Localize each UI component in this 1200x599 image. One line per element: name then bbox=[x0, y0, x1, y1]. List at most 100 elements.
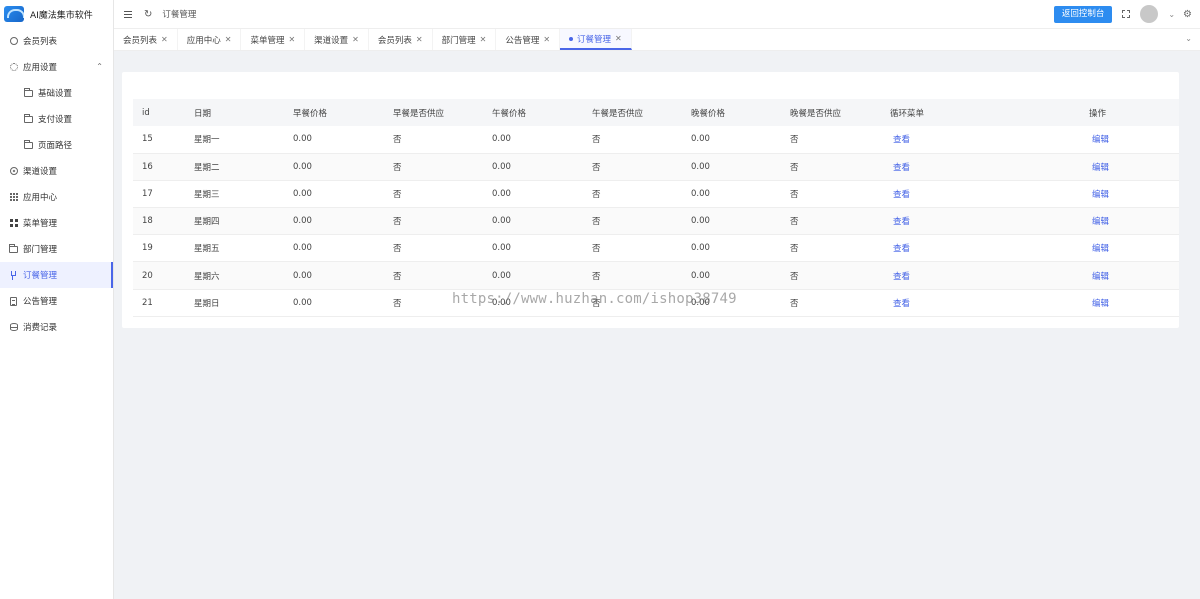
avatar[interactable] bbox=[1140, 5, 1159, 23]
tab-meal-ordering[interactable]: 订餐管理 ✕ bbox=[560, 29, 632, 50]
cell-id: 19 bbox=[133, 234, 185, 263]
cell-dinner-supply: 否 bbox=[781, 289, 881, 317]
tab-app-center[interactable]: 应用中心 ✕ bbox=[178, 29, 242, 50]
sidebar-item-label: 公告管理 bbox=[23, 297, 58, 307]
sidebar-item-label: 基础设置 bbox=[38, 89, 73, 99]
sidebar-item-channel-settings[interactable]: 渠道设置 bbox=[0, 158, 113, 184]
cell-breakfast-price: 0.00 bbox=[284, 180, 384, 209]
cell-lunch-supply: 否 bbox=[583, 234, 682, 263]
cell-lunch-price: 0.00 bbox=[483, 261, 583, 290]
sidebar-item-meal-ordering[interactable]: 订餐管理 bbox=[0, 262, 113, 288]
tab-label: 公告管理 bbox=[505, 35, 540, 46]
edit-link[interactable]: 编辑 bbox=[1092, 299, 1109, 309]
cell-id: 20 bbox=[133, 261, 185, 290]
column-header-breakfast-supply: 早餐是否供应 bbox=[384, 99, 483, 126]
view-menu-link[interactable]: 查看 bbox=[893, 163, 910, 173]
chevron-down-icon[interactable]: ⌄ bbox=[1185, 34, 1192, 43]
cell-dinner-supply: 否 bbox=[781, 153, 881, 181]
table-row: 18 星期四 0.00 否 0.00 否 0.00 否查看 编辑 bbox=[133, 207, 1179, 236]
tab-label: 会员列表 bbox=[123, 35, 158, 46]
app-logo[interactable]: AI魔法集市软件 bbox=[0, 0, 113, 28]
fullscreen-icon[interactable] bbox=[1122, 10, 1131, 18]
cell-id: 18 bbox=[133, 207, 185, 236]
cell-day: 星期日 bbox=[185, 289, 284, 317]
sidebar-item-label: 会员列表 bbox=[23, 37, 58, 47]
chevron-down-icon[interactable]: ⌄ bbox=[1168, 10, 1175, 19]
cell-dinner-supply: 否 bbox=[781, 261, 881, 290]
menu-toggle-icon[interactable] bbox=[124, 10, 132, 18]
sidebar-item-department-management[interactable]: 部门管理 bbox=[0, 236, 113, 262]
sidebar-item-label: 支付设置 bbox=[38, 115, 73, 125]
tab-members-2[interactable]: 会员列表 ✕ bbox=[369, 29, 433, 50]
close-icon[interactable]: ✕ bbox=[225, 35, 232, 44]
close-icon[interactable]: ✕ bbox=[543, 35, 550, 44]
tab-label: 会员列表 bbox=[377, 35, 412, 46]
edit-link[interactable]: 编辑 bbox=[1092, 217, 1109, 227]
tab-label: 订餐管理 bbox=[577, 34, 612, 45]
cell-actions: 编辑 bbox=[1080, 234, 1179, 263]
cell-breakfast-price: 0.00 bbox=[284, 126, 384, 154]
cell-dinner-supply: 否 bbox=[781, 126, 881, 154]
cell-lunch-supply: 否 bbox=[583, 207, 682, 236]
cell-dinner-price: 0.00 bbox=[682, 207, 781, 236]
tab-department-management[interactable]: 部门管理 ✕ bbox=[433, 29, 497, 50]
cell-actions: 编辑 bbox=[1080, 261, 1179, 290]
edit-link[interactable]: 编辑 bbox=[1092, 163, 1109, 173]
refresh-icon[interactable]: ↻ bbox=[144, 9, 152, 20]
tab-menu-management[interactable]: 菜单管理 ✕ bbox=[241, 29, 306, 50]
sidebar-item-label: 部门管理 bbox=[23, 245, 58, 255]
cell-dinner-price: 0.00 bbox=[682, 153, 781, 181]
edit-link[interactable]: 编辑 bbox=[1092, 135, 1109, 145]
view-menu-link[interactable]: 查看 bbox=[893, 299, 910, 309]
breadcrumb: 订餐管理 bbox=[162, 10, 197, 20]
cell-lunch-price: 0.00 bbox=[483, 234, 583, 263]
sidebar-item-app-center[interactable]: 应用中心 bbox=[0, 184, 113, 210]
view-menu-link[interactable]: 查看 bbox=[893, 217, 910, 227]
settings-gear-icon[interactable]: ⚙ bbox=[1183, 9, 1192, 20]
sidebar-item-menu-management[interactable]: 菜单管理 bbox=[0, 210, 113, 236]
cell-dinner-supply: 否 bbox=[781, 234, 881, 263]
close-icon[interactable]: ✕ bbox=[416, 35, 423, 44]
tab-members[interactable]: 会员列表 ✕ bbox=[114, 29, 178, 50]
cell-day: 星期一 bbox=[185, 126, 284, 154]
close-icon[interactable]: ✕ bbox=[352, 35, 359, 44]
cell-dinner-supply: 否 bbox=[781, 180, 881, 209]
view-menu-link[interactable]: 查看 bbox=[893, 135, 910, 145]
view-menu-link[interactable]: 查看 bbox=[893, 190, 910, 200]
close-icon[interactable]: ✕ bbox=[615, 34, 622, 43]
cell-day: 星期二 bbox=[185, 153, 284, 181]
back-to-console-button[interactable]: 返回控制台 bbox=[1053, 5, 1113, 23]
content-card: id 日期 早餐价格 早餐是否供应 午餐价格 午餐是否供应 晚餐价格 晚餐是否供… bbox=[122, 72, 1179, 328]
cell-breakfast-supply: 否 bbox=[384, 207, 483, 236]
cell-breakfast-supply: 否 bbox=[384, 261, 483, 290]
sidebar-item-page-paths[interactable]: 页面路径 bbox=[0, 132, 113, 158]
view-menu-link[interactable]: 查看 bbox=[893, 272, 910, 282]
sidebar-item-payment-settings[interactable]: 支付设置 bbox=[0, 106, 113, 132]
table-row: 19 星期五 0.00 否 0.00 否 0.00 否查看 编辑 bbox=[133, 234, 1179, 263]
sidebar-item-app-settings[interactable]: 应用设置 ⌃ bbox=[0, 54, 113, 80]
table-header-row: id 日期 早餐价格 早餐是否供应 午餐价格 午餐是否供应 晚餐价格 晚餐是否供… bbox=[133, 99, 1179, 126]
sidebar-item-consumption-records[interactable]: 消费记录 bbox=[0, 314, 113, 340]
edit-link[interactable]: 编辑 bbox=[1092, 190, 1109, 200]
view-menu-link[interactable]: 查看 bbox=[893, 244, 910, 254]
sidebar-item-basic-settings[interactable]: 基础设置 bbox=[0, 80, 113, 106]
edit-link[interactable]: 编辑 bbox=[1092, 272, 1109, 282]
sidebar-item-announcements[interactable]: 公告管理 bbox=[0, 288, 113, 314]
cell-cycle-menu: 查看 bbox=[881, 126, 1080, 154]
blocks-icon bbox=[9, 219, 18, 228]
close-icon[interactable]: ✕ bbox=[480, 35, 487, 44]
table-row: 15 星期一 0.00 否 0.00 否 0.00 否查看 编辑 bbox=[133, 126, 1179, 154]
sidebar-item-label: 应用中心 bbox=[23, 193, 58, 203]
column-header-lunch-supply: 午餐是否供应 bbox=[583, 99, 682, 126]
sidebar-item-members[interactable]: 会员列表 bbox=[0, 28, 113, 54]
cell-dinner-price: 0.00 bbox=[682, 261, 781, 290]
close-icon[interactable]: ✕ bbox=[161, 35, 168, 44]
edit-link[interactable]: 编辑 bbox=[1092, 244, 1109, 254]
tab-label: 菜单管理 bbox=[250, 35, 285, 46]
close-icon[interactable]: ✕ bbox=[288, 35, 295, 44]
sidebar-item-label: 应用设置 bbox=[23, 63, 58, 73]
sidebar-item-label: 渠道设置 bbox=[23, 167, 58, 177]
cell-actions: 编辑 bbox=[1080, 289, 1179, 317]
tab-channel-settings[interactable]: 渠道设置 ✕ bbox=[305, 29, 369, 50]
tab-announcements[interactable]: 公告管理 ✕ bbox=[496, 29, 561, 50]
